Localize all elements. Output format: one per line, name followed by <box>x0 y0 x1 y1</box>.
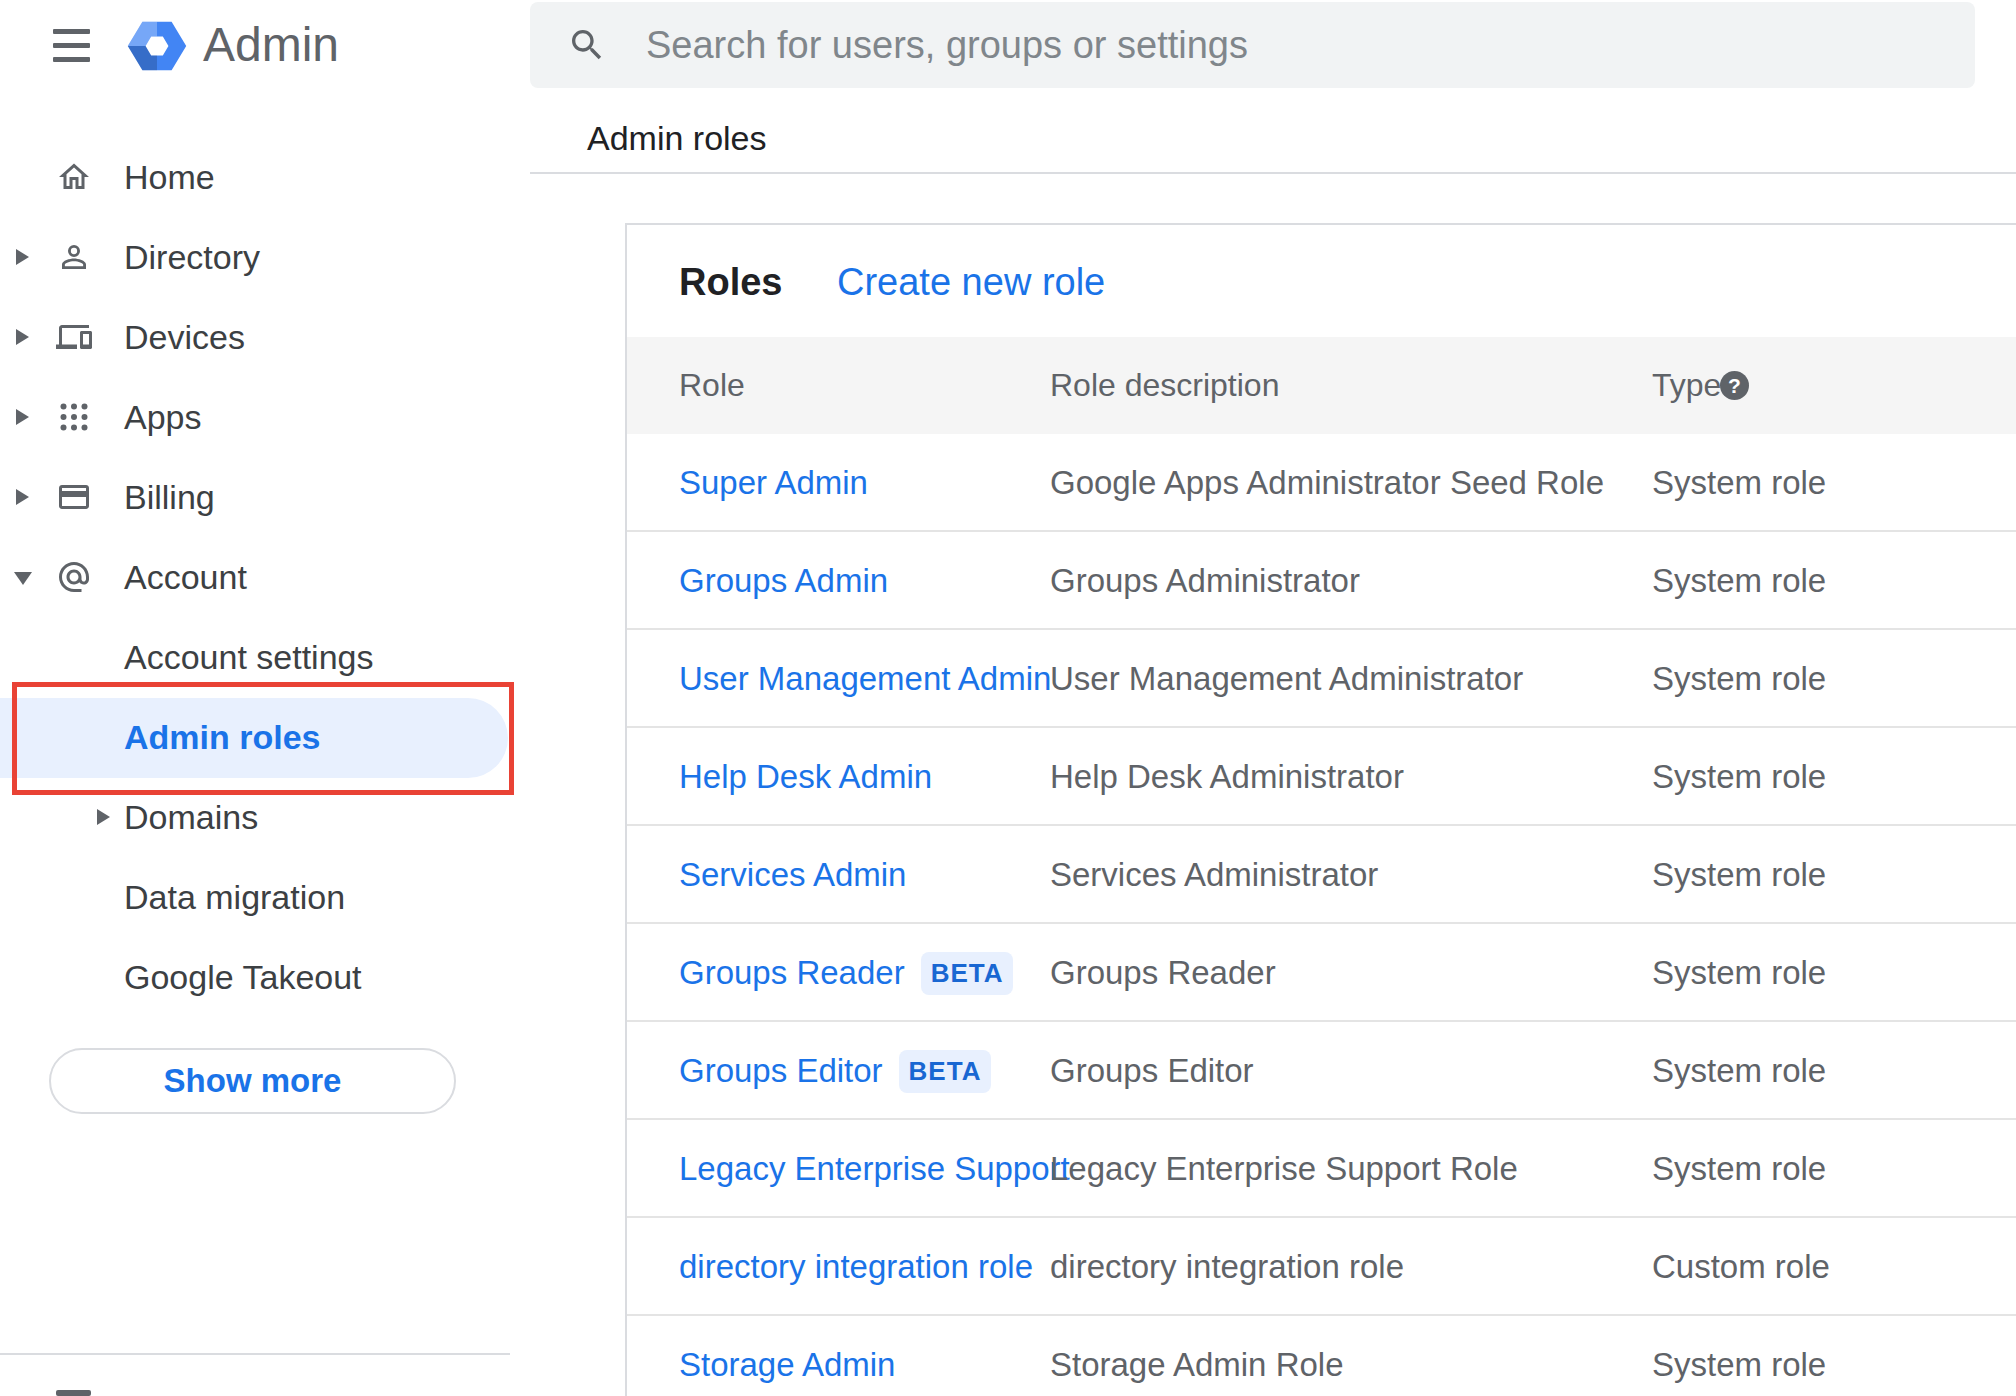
sidebar-item-label: Devices <box>124 297 245 377</box>
sidebar-item-home[interactable]: Home <box>0 137 530 217</box>
sidebar-item-google-takeout[interactable]: Google Takeout <box>0 937 530 1017</box>
table-row: directory integration role directory int… <box>627 1218 2016 1316</box>
expand-down-icon[interactable] <box>14 572 32 585</box>
sidebar-divider <box>0 1353 510 1355</box>
account-at-icon <box>56 559 92 595</box>
person-icon <box>56 239 92 275</box>
breadcrumb: Admin roles <box>587 116 767 160</box>
sidebar-item-label: Billing <box>124 457 215 537</box>
role-description: Storage Admin Role <box>1050 1316 1344 1396</box>
role-description: Groups Administrator <box>1050 532 1360 630</box>
admin-logo-icon <box>125 18 189 74</box>
billing-icon <box>56 479 92 515</box>
role-type: System role <box>1652 1316 1826 1396</box>
role-description: Groups Reader <box>1050 924 1276 1022</box>
role-type: Custom role <box>1652 1218 1830 1316</box>
sidebar-item-devices[interactable]: Devices <box>0 297 530 377</box>
table-row: Help Desk Admin Help Desk Administrator … <box>627 728 2016 826</box>
table-row: Groups Admin Groups Administrator System… <box>627 532 2016 630</box>
sidebar-item-label: Apps <box>124 377 202 457</box>
create-new-role-link[interactable]: Create new role <box>837 257 1105 307</box>
sidebar-item-label: Google Takeout <box>124 937 362 1017</box>
roles-table: Super Admin Google Apps Administrator Se… <box>627 434 2016 1396</box>
help-icon[interactable]: ? <box>1720 371 1749 400</box>
expand-right-icon[interactable] <box>16 489 29 505</box>
role-description: Groups Editor <box>1050 1022 1254 1120</box>
search-bar[interactable] <box>530 2 1975 88</box>
role-description: directory integration role <box>1050 1218 1404 1316</box>
menu-icon[interactable] <box>53 29 90 62</box>
table-row: Groups ReaderBETA Groups Reader System r… <box>627 924 2016 1022</box>
table-row: Super Admin Google Apps Administrator Se… <box>627 434 2016 532</box>
sidebar-item-label: Account <box>124 537 247 617</box>
role-link[interactable]: Help Desk Admin <box>679 728 932 826</box>
roles-panel: Roles Create new role Role Role descript… <box>625 223 2016 1396</box>
sidebar-item-directory[interactable]: Directory <box>0 217 530 297</box>
table-header: Role Role description Type ? <box>627 337 2016 434</box>
role-link[interactable]: Groups ReaderBETA <box>679 924 1013 1022</box>
beta-badge: BETA <box>921 952 1014 995</box>
sidebar-item-data-migration[interactable]: Data migration <box>0 857 530 937</box>
role-description: User Management Administrator <box>1050 630 1523 728</box>
bottom-icon <box>56 1390 91 1396</box>
sidebar-item-label: Data migration <box>124 857 345 937</box>
beta-badge: BETA <box>899 1050 992 1093</box>
search-input[interactable] <box>646 2 1946 88</box>
table-row: Groups EditorBETA Groups Editor System r… <box>627 1022 2016 1120</box>
role-description: Help Desk Administrator <box>1050 728 1404 826</box>
role-link[interactable]: Super Admin <box>679 434 868 532</box>
show-more-button[interactable]: Show more <box>49 1048 456 1114</box>
column-header-description: Role description <box>1050 337 1279 434</box>
role-type: System role <box>1652 532 1826 630</box>
devices-icon <box>56 319 92 355</box>
role-type: System role <box>1652 826 1826 924</box>
table-row: User Management Admin User Management Ad… <box>627 630 2016 728</box>
role-type: System role <box>1652 630 1826 728</box>
sidebar-item-billing[interactable]: Billing <box>0 457 530 537</box>
table-row: Services Admin Services Administrator Sy… <box>627 826 2016 924</box>
role-link[interactable]: Groups EditorBETA <box>679 1022 991 1120</box>
role-link[interactable]: Services Admin <box>679 826 906 924</box>
table-row: Legacy Enterprise Support Legacy Enterpr… <box>627 1120 2016 1218</box>
role-type: System role <box>1652 924 1826 1022</box>
sidebar-item-apps[interactable]: Apps <box>0 377 530 457</box>
expand-right-icon[interactable] <box>16 409 29 425</box>
role-description: Google Apps Administrator Seed Role <box>1050 434 1604 532</box>
sidebar-item-label: Home <box>124 137 215 217</box>
header-divider <box>530 172 2016 174</box>
sidebar-item-account[interactable]: Account <box>0 537 530 617</box>
role-link[interactable]: directory integration role <box>679 1218 1033 1316</box>
table-row: Storage Admin Storage Admin Role System … <box>627 1316 2016 1396</box>
annotation-highlight-box <box>12 682 514 795</box>
role-type: System role <box>1652 1022 1826 1120</box>
expand-right-icon[interactable] <box>97 809 110 825</box>
role-description: Services Administrator <box>1050 826 1378 924</box>
role-link[interactable]: Groups Admin <box>679 532 888 630</box>
sidebar: Admin Home Directory Devices Apps <box>0 0 530 1396</box>
expand-right-icon[interactable] <box>16 249 29 265</box>
column-header-role: Role <box>679 337 745 434</box>
column-header-type: Type <box>1652 337 1721 434</box>
expand-right-icon[interactable] <box>16 329 29 345</box>
roles-title: Roles <box>679 257 782 307</box>
role-link[interactable]: User Management Admin <box>679 630 1051 728</box>
role-type: System role <box>1652 1120 1826 1218</box>
role-type: System role <box>1652 434 1826 532</box>
sidebar-item-label: Directory <box>124 217 260 297</box>
role-description: Legacy Enterprise Support Role <box>1050 1120 1518 1218</box>
home-icon <box>56 159 92 195</box>
app-title: Admin <box>203 17 339 73</box>
role-type: System role <box>1652 728 1826 826</box>
search-icon <box>567 25 607 65</box>
role-link[interactable]: Storage Admin <box>679 1316 895 1396</box>
role-link[interactable]: Legacy Enterprise Support <box>679 1120 1070 1218</box>
apps-grid-icon <box>56 399 92 435</box>
